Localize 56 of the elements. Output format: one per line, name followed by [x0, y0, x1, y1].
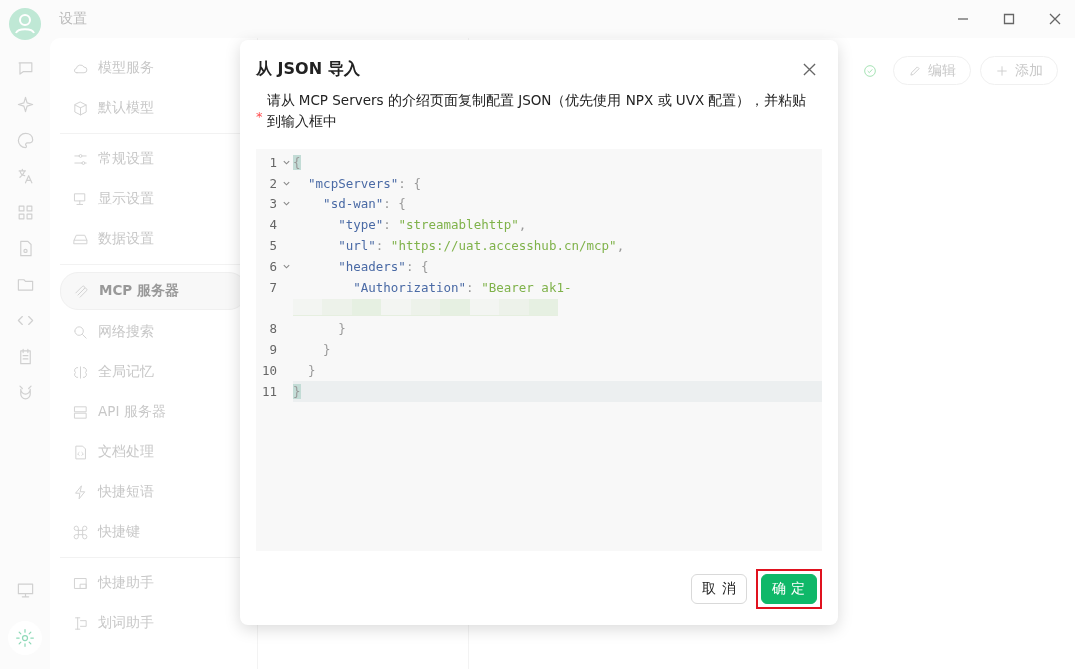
command-key-icon [72, 523, 89, 541]
fold-chevron-icon[interactable] [282, 199, 291, 209]
sidebar-nav-icon[interactable] [15, 95, 35, 114]
code-text: } [307, 362, 316, 378]
settings-icon[interactable] [8, 621, 42, 655]
line-number: 5 [269, 238, 277, 254]
code-text: "Bearer ak1- [481, 279, 572, 295]
code-text: { [293, 154, 301, 170]
code-text: } [322, 342, 331, 358]
code-text: "sd-wan" [322, 196, 384, 212]
monitor-icon[interactable] [15, 581, 35, 600]
code-text: "mcpServers" [307, 175, 399, 191]
close-icon[interactable] [803, 62, 816, 76]
code-text: "headers" [337, 258, 406, 274]
dialog-instruction: 请从 MCP Servers 的介绍页面复制配置 JSON（优先使用 NPX 或 UVX 配置），并粘贴到输入框中 [266, 91, 807, 131]
search-icon [72, 323, 89, 341]
text-cursor-icon [72, 614, 89, 632]
code-text: : { [398, 175, 421, 191]
line-number: 2 [269, 175, 277, 191]
server-icon [72, 403, 89, 421]
line-number: 10 [261, 362, 277, 378]
code-text: "https://uat.accesshub.cn/mcp" [390, 238, 617, 254]
plus-icon [995, 63, 1009, 78]
code-text: : [375, 238, 385, 254]
line-number: 6 [269, 258, 277, 274]
maximize-icon[interactable] [1003, 13, 1015, 25]
line-number: 9 [269, 342, 277, 358]
code-text: "Authorization" [352, 279, 467, 295]
line-number: 4 [269, 217, 277, 233]
code-editor[interactable]: 1 { 2 "mcpServers": { 3 "sd-wan": { 4 "type": "streamablehttp", 5 "url": "https://uat.accesshub.cn/mcp", 6 "headers": { 7 "Authorization": "Bearer ak1- 8 } 9 } 10 } 11 } [256, 149, 822, 551]
dialog-title: 从 JSON 导入 [256, 58, 360, 80]
line-number: 11 [261, 383, 277, 399]
close-icon[interactable] [1049, 13, 1061, 25]
code-text: , [616, 238, 625, 254]
code-text: : [466, 279, 475, 295]
line-number: 3 [269, 196, 277, 212]
code-text: : [383, 217, 392, 233]
cube-icon [72, 99, 89, 117]
cancel-button[interactable]: 取 消 [691, 574, 748, 604]
code-text: } [337, 321, 346, 337]
confirm-button[interactable]: 确 定 [761, 574, 817, 604]
line-number: 8 [269, 321, 277, 337]
code-text: "url" [337, 238, 376, 254]
code-text: "type" [337, 217, 384, 233]
check-circle-icon [862, 62, 878, 79]
avatar-icon[interactable] [9, 8, 41, 40]
sidebar-nav-icon[interactable] [15, 131, 35, 150]
required-mark: * [256, 107, 263, 124]
window-title: 设置 [59, 10, 87, 28]
code-text: "streamablehttp" [398, 217, 519, 233]
code-text: , [518, 217, 527, 233]
line-number: 7 [269, 279, 277, 295]
line-number: 1 [269, 154, 277, 170]
code-text: : { [383, 196, 406, 212]
code-text: } [293, 383, 301, 399]
code-text: : { [405, 258, 429, 274]
